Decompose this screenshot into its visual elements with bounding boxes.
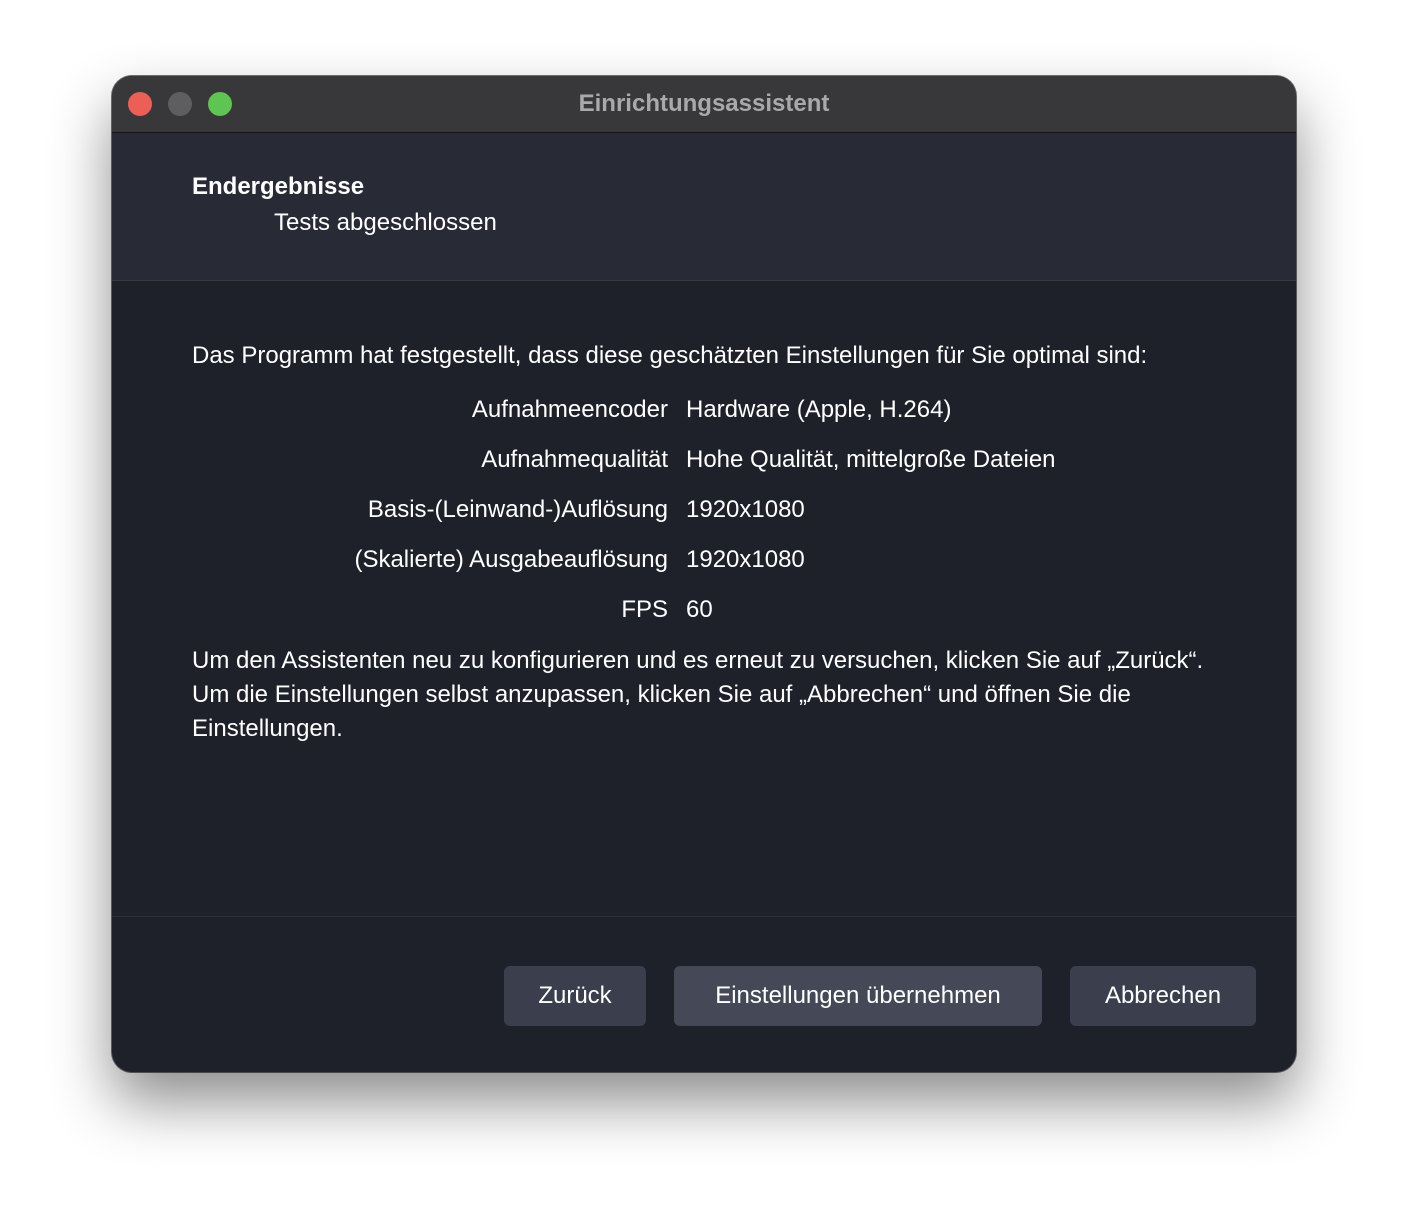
- back-button[interactable]: Zurück: [504, 966, 646, 1026]
- title-bar[interactable]: Einrichtungsassistent: [112, 76, 1296, 133]
- setting-label-quality: Aufnahmequalität: [481, 446, 668, 473]
- results-content: Das Programm hat festgestellt, dass dies…: [112, 284, 1296, 916]
- setting-value-fps: 60: [686, 596, 713, 623]
- setting-label-encoder: Aufnahmeencoder: [471, 396, 668, 423]
- page-subtitle: Tests abgeschlossen: [274, 209, 497, 236]
- footer-divider: [112, 916, 1296, 917]
- page-title: Endergebnisse: [192, 173, 365, 200]
- apply-settings-button[interactable]: Einstellungen übernehmen: [674, 966, 1042, 1026]
- cancel-button[interactable]: Abbrechen: [1070, 966, 1256, 1026]
- setting-value-encoder: Hardware (Apple, H.264): [686, 396, 952, 423]
- setting-label-output-resolution: (Skalierte) Ausgabeauflösung: [354, 546, 668, 573]
- setting-value-quality: Hohe Qualität, mittelgroße Dateien: [686, 446, 1056, 473]
- intro-text: Das Programm hat festgestellt, dass dies…: [192, 342, 1148, 369]
- setting-label-base-resolution: Basis-(Leinwand-)Auflösung: [367, 496, 668, 523]
- setting-value-base-resolution: 1920x1080: [686, 496, 805, 523]
- setting-value-output-resolution: 1920x1080: [686, 546, 805, 573]
- wizard-header: Endergebnisse Tests abgeschlossen: [112, 133, 1296, 281]
- setup-wizard-window: Einrichtungsassistent Endergebnisse Test…: [112, 76, 1296, 1072]
- window-title: Einrichtungsassistent: [578, 90, 830, 117]
- instructions-text: Um den Assistenten neu zu konfigurieren …: [192, 647, 1204, 742]
- setting-label-fps: FPS: [621, 596, 668, 623]
